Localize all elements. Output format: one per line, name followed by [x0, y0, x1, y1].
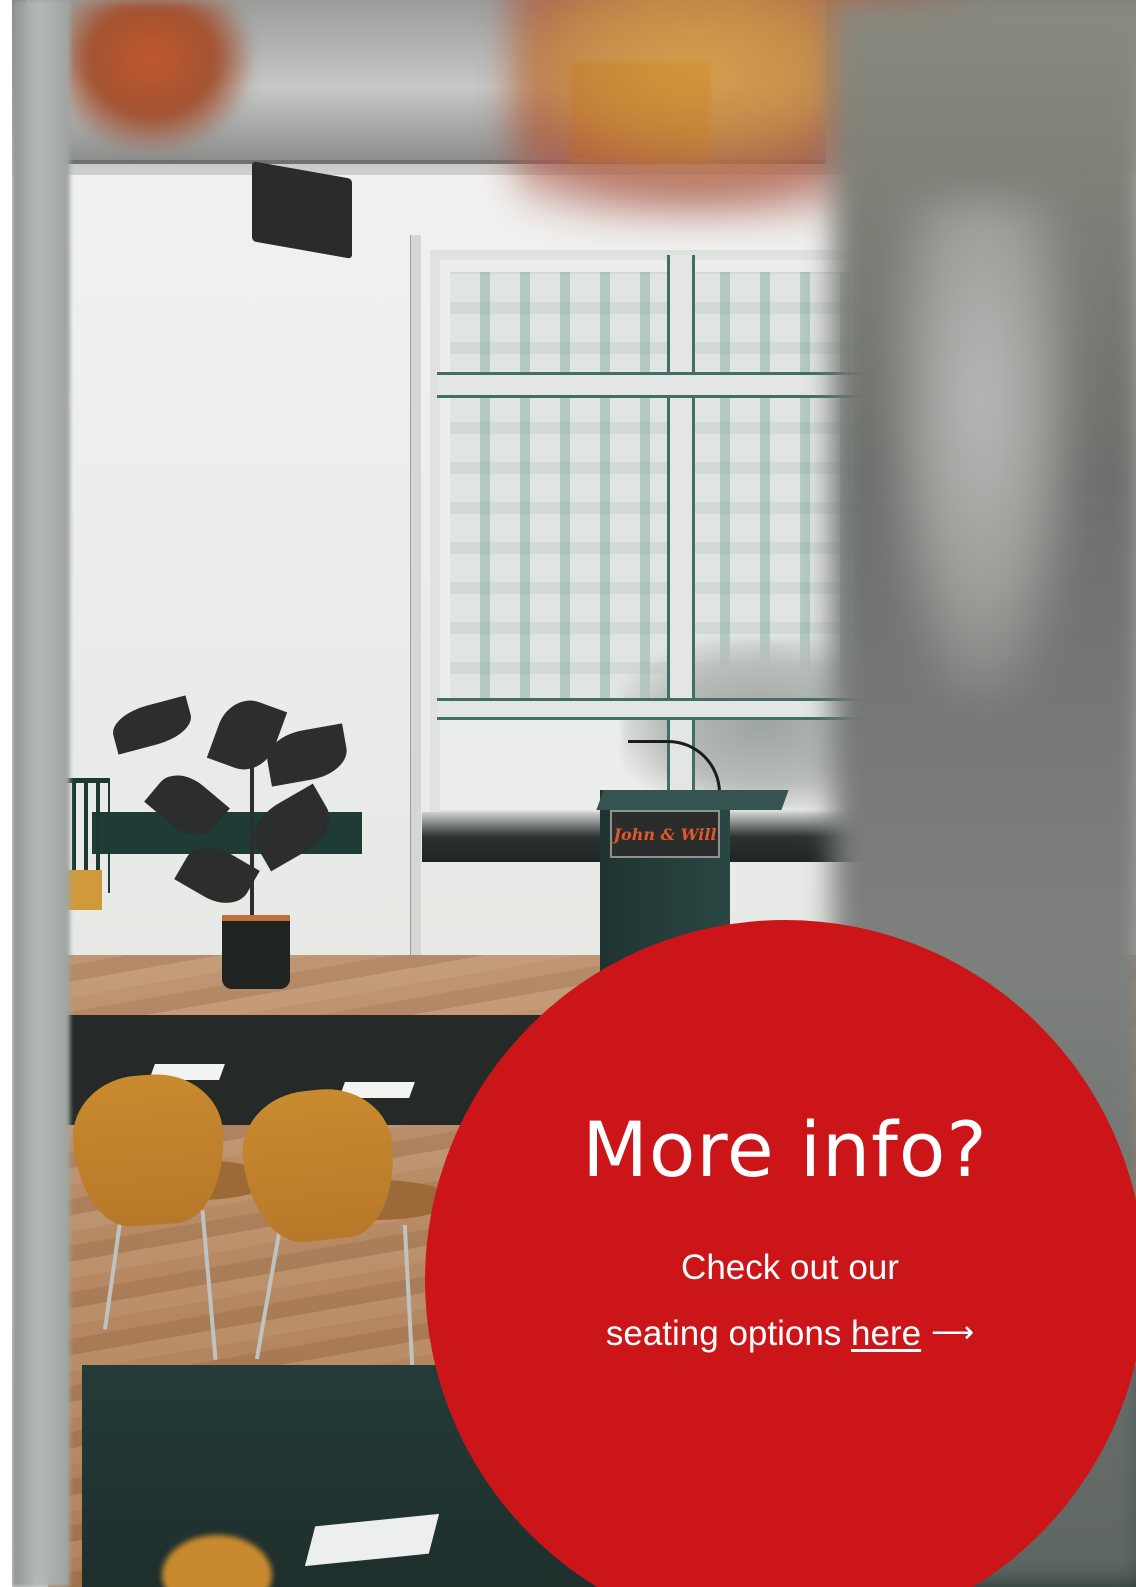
arrow-right-icon: ⟶ [931, 1314, 975, 1350]
seating-options-link[interactable]: here [851, 1314, 921, 1353]
info-text-prefix: seating options [605, 1314, 852, 1353]
photo-duct-accent [52, 0, 252, 150]
photo-window-transom [437, 372, 897, 398]
photo-foreground-blur [892, 200, 1072, 700]
info-text-line2: seating options here ⟶ [425, 1311, 1136, 1359]
photo-plant-pot [222, 915, 290, 989]
photo-pillar [12, 0, 70, 1587]
lectern-sign: John & Will [610, 810, 720, 858]
photo-lectern-top [596, 790, 789, 810]
photo-window-mullion [667, 255, 695, 815]
info-title: More info? [582, 1105, 988, 1194]
photo-window-transom [437, 698, 897, 720]
photo-pipe [410, 235, 421, 955]
page: John & Will More info? Check out our sea… [0, 0, 1136, 1587]
info-text-line1: Check out our [681, 1248, 899, 1287]
